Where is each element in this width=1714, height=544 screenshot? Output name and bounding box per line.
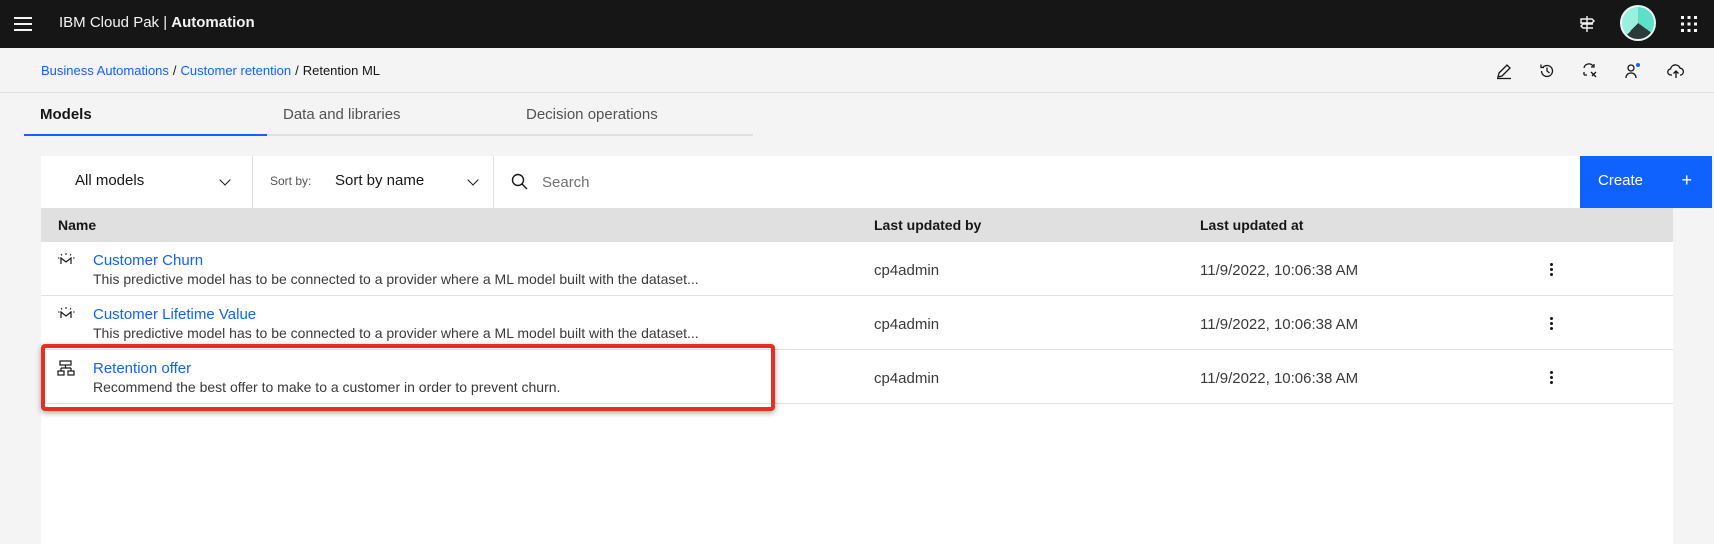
- last-updated-at: 11/9/2022, 10:06:38 AM: [1200, 316, 1359, 333]
- breadcrumb: Business Automations / Customer retention /…: [41, 63, 380, 78]
- avatar[interactable]: [1620, 5, 1656, 41]
- sort-value: Sort by name: [335, 172, 425, 189]
- overflow-menu-icon[interactable]: [1541, 313, 1561, 333]
- deploy-icon[interactable]: [1665, 60, 1687, 82]
- overflow-menu-icon[interactable]: [1541, 259, 1561, 279]
- tab-models[interactable]: Models: [24, 93, 267, 136]
- product-name[interactable]: IBM Cloud Pak | Automation: [59, 14, 255, 31]
- brand-name: Automation: [171, 14, 255, 31]
- chevron-down-icon: [467, 174, 479, 186]
- breadcrumb-separator: /: [172, 63, 177, 78]
- last-updated-at: 11/9/2022, 10:06:38 AM: [1200, 370, 1359, 387]
- last-updated-by: cp4admin: [874, 262, 940, 279]
- tab-decision-operations[interactable]: Decision operations: [510, 93, 753, 136]
- breadcrumb-separator: /: [295, 63, 299, 78]
- model-description: This predictive model has to be connecte…: [93, 325, 699, 341]
- chevron-down-icon: [219, 174, 231, 186]
- table-header: Name Last updated by Last updated at: [41, 208, 1673, 242]
- model-name-link[interactable]: Customer Churn: [93, 252, 203, 269]
- overflow-menu-icon[interactable]: [1541, 367, 1561, 387]
- app-switcher-icon[interactable]: [1677, 12, 1701, 36]
- create-button[interactable]: Create +: [1580, 156, 1712, 208]
- breadcrumb-business-automations[interactable]: Business Automations: [41, 63, 169, 78]
- toolbar: All models Sort by: Sort by name Create …: [41, 156, 1712, 208]
- search-input[interactable]: [542, 166, 1542, 198]
- tab-data-and-libraries[interactable]: Data and libraries: [267, 93, 510, 136]
- breadcrumb-customer-retention[interactable]: Customer retention: [181, 63, 292, 78]
- history-icon[interactable]: [1536, 60, 1558, 82]
- column-header-updated-at[interactable]: Last updated at: [1200, 217, 1303, 233]
- last-updated-by: cp4admin: [874, 370, 940, 387]
- model-name-link[interactable]: Customer Lifetime Value: [93, 306, 256, 323]
- search-box: [494, 156, 1580, 208]
- top-header: IBM Cloud Pak | Automation: [0, 0, 1714, 48]
- table-row[interactable]: Customer Lifetime Value This predictive …: [41, 296, 1673, 350]
- menu-icon[interactable]: [12, 12, 36, 36]
- sort-dropdown[interactable]: Sort by: Sort by name: [253, 156, 494, 208]
- table-row[interactable]: Customer Churn This predictive model has…: [41, 242, 1673, 296]
- ml-model-icon: [58, 307, 75, 318]
- model-description: This predictive model has to be connecte…: [93, 271, 699, 287]
- edit-icon[interactable]: [1493, 60, 1515, 82]
- create-button-label: Create: [1598, 172, 1644, 189]
- brand-prefix: IBM Cloud Pak |: [59, 14, 172, 31]
- model-filter-dropdown[interactable]: All models: [41, 156, 253, 208]
- highlight-annotation: [41, 344, 775, 411]
- column-header-updated-by[interactable]: Last updated by: [874, 217, 981, 233]
- filter-value: All models: [75, 172, 145, 189]
- add-icon: +: [1681, 170, 1692, 190]
- ml-model-icon: [58, 253, 75, 264]
- signpost-icon[interactable]: [1575, 12, 1599, 36]
- users-icon[interactable]: [1622, 60, 1644, 82]
- last-updated-by: cp4admin: [874, 316, 940, 333]
- column-header-name[interactable]: Name: [58, 217, 96, 233]
- sort-label: Sort by:: [270, 174, 312, 188]
- last-updated-at: 11/9/2022, 10:06:38 AM: [1200, 262, 1359, 279]
- search-icon: [511, 173, 528, 190]
- breadcrumb-current: Retention ML: [302, 63, 381, 78]
- compare-icon[interactable]: [1579, 60, 1601, 82]
